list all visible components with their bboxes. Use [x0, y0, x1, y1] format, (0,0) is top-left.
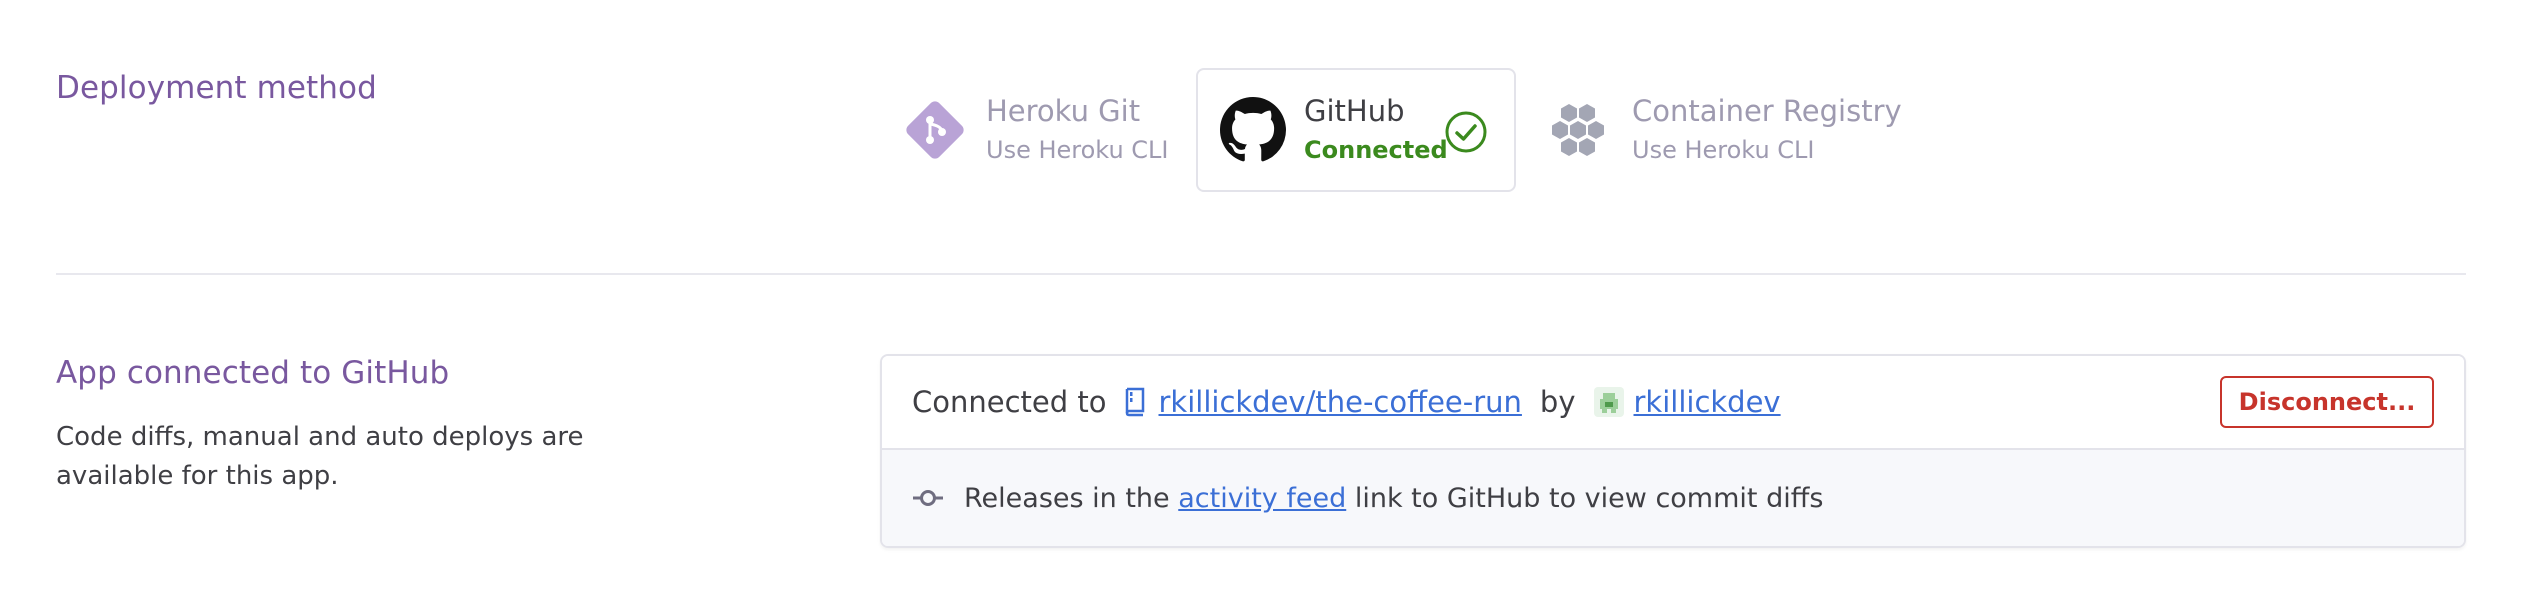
activity-feed-link[interactable]: activity feed [1178, 483, 1346, 514]
connected-status: Connected [1304, 136, 1448, 164]
heroku-git-icon [900, 95, 970, 165]
releases-prefix: Releases in the [964, 482, 1170, 514]
github-icon [1218, 95, 1288, 165]
github-connection-panel: Connected to rkillickdev/the-coffee-run … [880, 354, 2466, 548]
by-label: by [1539, 385, 1576, 419]
user-link[interactable]: rkillickdev [1634, 385, 1781, 419]
method-subtitle: Use Heroku CLI [1632, 136, 1815, 164]
releases-suffix: link to GitHub to view commit diffs [1354, 482, 1824, 514]
deployment-method-title: Deployment method [56, 70, 377, 106]
connection-row: Connected to rkillickdev/the-coffee-run … [882, 356, 2464, 450]
method-name: GitHub [1304, 94, 1405, 128]
avatar [1593, 387, 1624, 417]
releases-info-row: Releases in the activity feed link to Gi… [882, 450, 2464, 546]
repo-icon [1125, 387, 1144, 417]
method-name: Heroku Git [986, 94, 1141, 128]
connected-to-label: Connected to [912, 385, 1107, 419]
container-registry-icon [1546, 95, 1616, 165]
app-connected-title: App connected to GitHub [56, 355, 450, 391]
method-heroku-git[interactable]: Heroku Git Use Heroku CLI [900, 68, 1200, 192]
app-connected-description: Code diffs, manual and auto deploys are … [56, 422, 584, 491]
method-subtitle: Use Heroku CLI [986, 136, 1169, 164]
section-divider [56, 273, 2466, 275]
method-name: Container Registry [1632, 94, 1902, 128]
repo-link[interactable]: rkillickdev/the-coffee-run [1159, 385, 1522, 419]
disconnect-button[interactable]: Disconnect... [2220, 376, 2434, 428]
method-container-registry[interactable]: Container Registry Use Heroku CLI [1546, 68, 1906, 192]
commit-icon [913, 490, 943, 506]
check-circle-icon [1445, 111, 1487, 153]
method-github[interactable]: GitHub Connected [1196, 68, 1516, 192]
deployment-method-selector: Heroku Git Use Heroku CLI GitHub Connect… [880, 68, 1902, 192]
